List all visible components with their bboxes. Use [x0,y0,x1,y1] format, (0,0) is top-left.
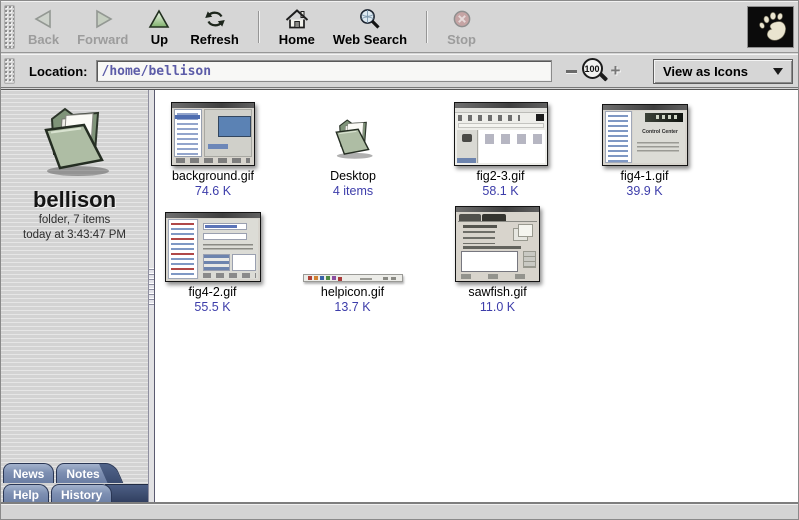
sidebar-folder-info: folder, 7 items [39,213,111,228]
toolbar-drag-handle[interactable] [4,5,15,49]
forward-label: Forward [77,32,128,47]
sidebar-modified-time: today at 3:43:47 PM [23,228,126,243]
magnifier-handle-icon [598,72,607,81]
sidebar-title: bellison [33,187,116,213]
status-bar [1,504,798,519]
back-icon [31,7,57,31]
forward-button[interactable]: Forward [68,3,137,51]
file-name: helpicon.gif [321,285,384,299]
stop-label: Stop [447,32,476,47]
zoom-out-button[interactable] [566,70,577,73]
toolbar: Back Forward Up [1,1,798,53]
file-size: 58.1 K [482,184,518,198]
refresh-icon [202,7,228,31]
location-bar: Location: 100 + View as Icons [1,54,798,88]
view-mode-value: View as Icons [663,64,748,79]
sidebar-tab-row-2: Help History [1,483,148,504]
file-name: fig4-1.gif [621,169,669,183]
up-button[interactable]: Up [137,3,181,51]
home-icon [284,7,310,31]
back-button[interactable]: Back [19,3,68,51]
file-thumbnail [165,212,261,282]
file-name: fig2-3.gif [477,169,525,183]
icon-view-content: background.gif 74.6 K Desktop 4 items [155,90,798,504]
pane-grip-icon [149,268,154,308]
file-name: background.gif [172,169,254,183]
sidebar-tab-row-1: News Notes [1,462,148,483]
file-thumbnail [303,274,403,282]
location-label: Location: [29,64,88,79]
file-manager-window: Back Forward Up [0,0,799,520]
main-region: bellison folder, 7 items today at 3:43:4… [1,89,798,504]
file-thumbnail: Control Center [602,104,688,166]
sidebar-tab-news[interactable]: News [3,463,54,483]
stop-button[interactable]: Stop [438,3,485,51]
sidebar: bellison folder, 7 items today at 3:43:4… [1,90,148,504]
file-item-sawfish-gif[interactable]: sawfish.gif 11.0 K [440,200,555,314]
file-thumbnail [171,102,255,166]
web-search-button[interactable]: Web Search [324,3,416,51]
forward-icon [90,7,116,31]
zoom-controls: 100 + [566,58,621,84]
file-size: 55.5 K [194,300,230,314]
file-name: fig4-2.gif [189,285,237,299]
file-size: 39.9 K [626,184,662,198]
file-name: sawfish.gif [468,285,526,299]
file-thumbnail [455,206,540,282]
up-label: Up [151,32,168,47]
file-item-fig4-2-gif[interactable]: fig4-2.gif 55.5 K [155,200,270,314]
file-item-fig2-3-gif[interactable]: fig2-3.gif 58.1 K [443,98,558,198]
file-item-desktop[interactable]: Desktop 4 items [293,98,413,198]
sidebar-folder-icon [31,102,119,185]
home-button[interactable]: Home [270,3,324,51]
toolbar-separator [258,11,260,43]
thumbnail-text: Control Center [640,129,679,134]
file-size: 13.7 K [334,300,370,314]
file-size: 74.6 K [195,184,231,198]
location-input[interactable] [96,60,552,82]
file-size: 11.0 K [480,300,515,314]
file-name: Desktop [330,169,376,183]
back-label: Back [28,32,59,47]
file-item-helpicon-gif[interactable]: helpicon.gif 13.7 K [295,200,410,314]
file-thumbnail [454,102,548,166]
sidebar-tab-history[interactable]: History [51,484,112,504]
stop-icon [449,7,475,31]
file-item-fig4-1-gif[interactable]: Control Center fig4-1.gif 39.9 K [587,98,702,198]
web-search-icon [357,7,383,31]
file-item-background-gif[interactable]: background.gif 74.6 K [157,98,269,198]
zoom-indicator[interactable]: 100 [582,58,606,84]
up-icon [146,7,172,31]
folder-item-count: 4 items [333,184,373,198]
pane-resize-handle[interactable] [148,90,155,504]
zoom-in-button[interactable]: + [611,64,621,78]
folder-icon [328,116,378,166]
refresh-button[interactable]: Refresh [181,3,247,51]
view-mode-dropdown[interactable]: View as Icons [653,59,793,84]
toolbar-separator [426,11,428,43]
gnome-foot-throbber-icon [747,6,794,48]
location-bar-drag-handle[interactable] [4,58,15,84]
sidebar-tab-help[interactable]: Help [3,484,49,504]
web-search-label: Web Search [333,32,407,47]
refresh-label: Refresh [190,32,238,47]
sidebar-tabs: News Notes Help History [1,462,148,504]
chevron-down-icon [773,68,783,75]
home-label: Home [279,32,315,47]
